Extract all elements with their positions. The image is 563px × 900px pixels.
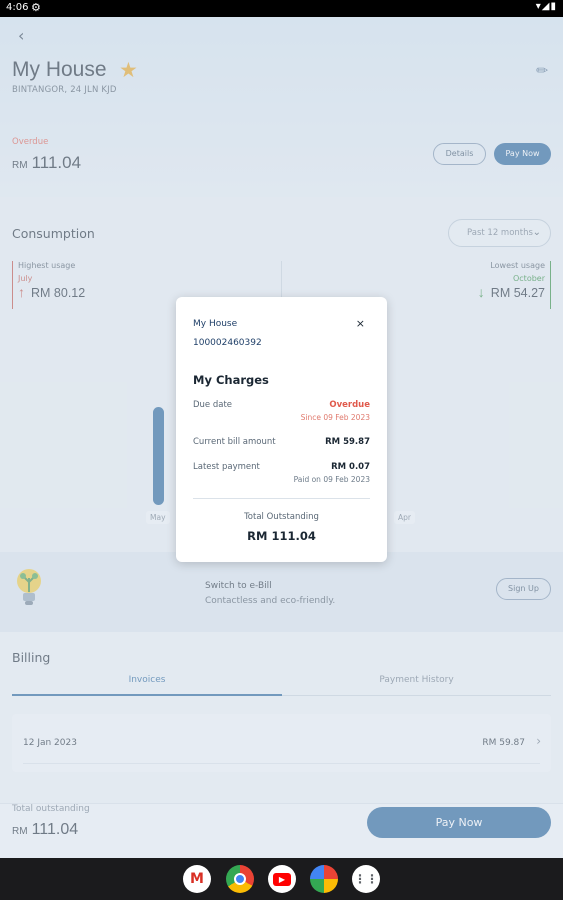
app-drawer-icon[interactable]: ⋮⋮ [352,865,380,893]
dialog-section-title: My Charges [193,373,269,387]
youtube-icon[interactable]: ▶ [268,865,296,893]
current-bill-value: RM 59.87 [325,437,370,447]
latest-payment-subtext: Paid on 09 Feb 2023 [293,475,370,484]
dialog-property-name: My House [193,319,238,329]
latest-payment-row: Latest payment RM 0.07 Paid on 09 Feb 20… [193,462,370,484]
due-date-label: Due date [193,400,233,410]
settings-icon: ⚙ [31,1,41,14]
current-bill-label: Current bill amount [193,437,276,447]
app-dock: M ▶ ⋮⋮ [0,858,563,900]
status-time: 4:06 [6,2,29,13]
close-icon[interactable]: × [356,317,365,330]
current-bill-row: Current bill amount RM 59.87 [193,437,370,447]
chrome-icon[interactable] [226,865,254,893]
charges-dialog: My House × 100002460392 My Charges Due d… [176,297,387,562]
due-date-row: Due date Overdue Since 09 Feb 2023 [193,400,370,422]
dialog-divider [193,498,370,499]
gmail-icon[interactable]: M [183,865,211,893]
due-date-subtext: Since 09 Feb 2023 [300,413,370,422]
latest-payment-value: RM 0.07 [331,462,370,472]
photos-icon[interactable] [310,865,338,893]
status-icons: ▾◢▮ [535,1,557,12]
status-bar: 4:06 ⚙ ▾◢▮ [0,0,563,17]
latest-payment-label: Latest payment [193,462,260,472]
total-outstanding-label: Total Outstanding [244,512,319,522]
total-outstanding-value: RM 111.04 [247,529,316,543]
due-date-value: Overdue [329,400,370,410]
dialog-account-number: 100002460392 [193,338,262,348]
